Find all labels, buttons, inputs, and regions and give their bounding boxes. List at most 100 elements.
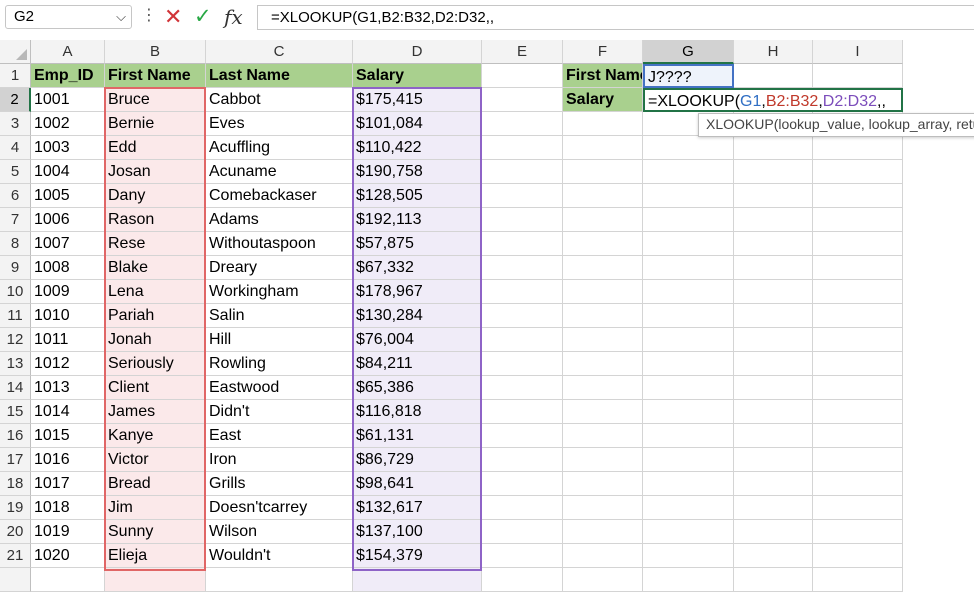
- cell-salary[interactable]: $61,131: [353, 424, 482, 448]
- cell-first-name[interactable]: Client: [105, 376, 206, 400]
- cell-empty[interactable]: [563, 184, 643, 208]
- column-header-i[interactable]: I: [813, 40, 903, 64]
- cell-empty[interactable]: [734, 400, 813, 424]
- cell-emp-id[interactable]: 1020: [31, 544, 105, 568]
- cell-empty[interactable]: [813, 328, 903, 352]
- cell-last-name[interactable]: Didn't: [206, 400, 353, 424]
- cell-first-name[interactable]: Bread: [105, 472, 206, 496]
- cell-empty[interactable]: [813, 376, 903, 400]
- cell-last-name[interactable]: Workingham: [206, 280, 353, 304]
- cell-empty[interactable]: [813, 568, 903, 592]
- cell-empty[interactable]: [813, 448, 903, 472]
- cell-salary[interactable]: $130,284: [353, 304, 482, 328]
- cell-salary[interactable]: $178,967: [353, 280, 482, 304]
- cell-salary[interactable]: $132,617: [353, 496, 482, 520]
- cell-emp-id[interactable]: 1002: [31, 112, 105, 136]
- cell-last-name[interactable]: Iron: [206, 448, 353, 472]
- cell-empty[interactable]: [563, 448, 643, 472]
- cell-emp-id[interactable]: 1017: [31, 472, 105, 496]
- column-header-e[interactable]: E: [482, 40, 563, 64]
- cell-empty[interactable]: [643, 304, 734, 328]
- cell-last-name[interactable]: Wilson: [206, 520, 353, 544]
- cell-first-name[interactable]: Jonah: [105, 328, 206, 352]
- cell-empty[interactable]: [734, 136, 813, 160]
- cell-empty[interactable]: [734, 160, 813, 184]
- cell-salary[interactable]: $116,818: [353, 400, 482, 424]
- cell-salary[interactable]: $190,758: [353, 160, 482, 184]
- cell-empty[interactable]: [482, 112, 563, 136]
- cell-empty[interactable]: [734, 232, 813, 256]
- cell-empty[interactable]: [813, 496, 903, 520]
- header-emp-id[interactable]: Emp_ID: [31, 64, 105, 88]
- row-header-7[interactable]: 7: [0, 208, 31, 232]
- cell-last-name[interactable]: Hill: [206, 328, 353, 352]
- cell-emp-id[interactable]: 1005: [31, 184, 105, 208]
- cell-first-name[interactable]: Sunny: [105, 520, 206, 544]
- cell-first-name[interactable]: Jim: [105, 496, 206, 520]
- cell-empty[interactable]: [734, 328, 813, 352]
- header-salary[interactable]: Salary: [353, 64, 482, 88]
- cell-empty[interactable]: [734, 544, 813, 568]
- cell-empty[interactable]: [813, 400, 903, 424]
- cell-last-name[interactable]: Eastwood: [206, 376, 353, 400]
- cell-first-name[interactable]: Rason: [105, 208, 206, 232]
- formula-input[interactable]: =XLOOKUP(G1,B2:B32,D2:D32,,: [257, 5, 974, 30]
- cell-empty[interactable]: [813, 208, 903, 232]
- cell-empty[interactable]: [813, 232, 903, 256]
- insert-function-icon[interactable]: fx: [224, 4, 243, 30]
- cell-empty[interactable]: [563, 352, 643, 376]
- cell-salary[interactable]: $101,084: [353, 112, 482, 136]
- cell-empty[interactable]: [813, 472, 903, 496]
- cell-last-name[interactable]: Eves: [206, 112, 353, 136]
- cell-first-name[interactable]: Rese: [105, 232, 206, 256]
- cell-empty[interactable]: [482, 88, 563, 112]
- row-header-11[interactable]: 11: [0, 304, 31, 328]
- row-header-21[interactable]: 21: [0, 544, 31, 568]
- cell-empty[interactable]: [813, 280, 903, 304]
- cell-last-name[interactable]: Wouldn't: [206, 544, 353, 568]
- name-box[interactable]: G2 ⌵: [5, 5, 132, 29]
- cell-last-name[interactable]: Dreary: [206, 256, 353, 280]
- cell-salary[interactable]: $110,422: [353, 136, 482, 160]
- cell-emp-id[interactable]: 1001: [31, 88, 105, 112]
- cell-empty[interactable]: [563, 136, 643, 160]
- cell-salary[interactable]: $86,729: [353, 448, 482, 472]
- cell-empty[interactable]: [813, 160, 903, 184]
- header-first-name[interactable]: First Name: [105, 64, 206, 88]
- cell-empty[interactable]: [563, 112, 643, 136]
- cell-empty[interactable]: [734, 280, 813, 304]
- cell-emp-id[interactable]: 1015: [31, 424, 105, 448]
- cell-empty[interactable]: [643, 160, 734, 184]
- cell-first-name[interactable]: Bernie: [105, 112, 206, 136]
- chevron-down-icon[interactable]: ⌵: [116, 6, 126, 28]
- cell-salary[interactable]: $98,641: [353, 472, 482, 496]
- cell-emp-id[interactable]: 1013: [31, 376, 105, 400]
- cell-empty[interactable]: [105, 568, 206, 592]
- cell-last-name[interactable]: East: [206, 424, 353, 448]
- check-icon[interactable]: ✓: [194, 4, 212, 30]
- column-header-a[interactable]: A: [31, 40, 105, 64]
- cell-e1[interactable]: [482, 64, 563, 88]
- cell-emp-id[interactable]: 1007: [31, 232, 105, 256]
- cell-empty[interactable]: [563, 328, 643, 352]
- x-icon[interactable]: ✕: [164, 4, 182, 30]
- cell-empty[interactable]: [734, 304, 813, 328]
- row-header-4[interactable]: 4: [0, 136, 31, 160]
- column-header-h[interactable]: H: [734, 40, 813, 64]
- cell-empty[interactable]: [482, 376, 563, 400]
- cell-empty[interactable]: [31, 568, 105, 592]
- cell-empty[interactable]: [643, 424, 734, 448]
- cell-empty[interactable]: [563, 568, 643, 592]
- column-header-d[interactable]: D: [353, 40, 482, 64]
- cell-first-name[interactable]: Blake: [105, 256, 206, 280]
- row-header-10[interactable]: 10: [0, 280, 31, 304]
- cell-empty[interactable]: [643, 184, 734, 208]
- cell-empty[interactable]: [563, 232, 643, 256]
- cell-empty[interactable]: [734, 256, 813, 280]
- cell-empty[interactable]: [734, 352, 813, 376]
- row-header-20[interactable]: 20: [0, 520, 31, 544]
- cell-first-name[interactable]: Victor: [105, 448, 206, 472]
- cell-empty[interactable]: [482, 424, 563, 448]
- cell-empty[interactable]: [563, 544, 643, 568]
- cell-emp-id[interactable]: 1012: [31, 352, 105, 376]
